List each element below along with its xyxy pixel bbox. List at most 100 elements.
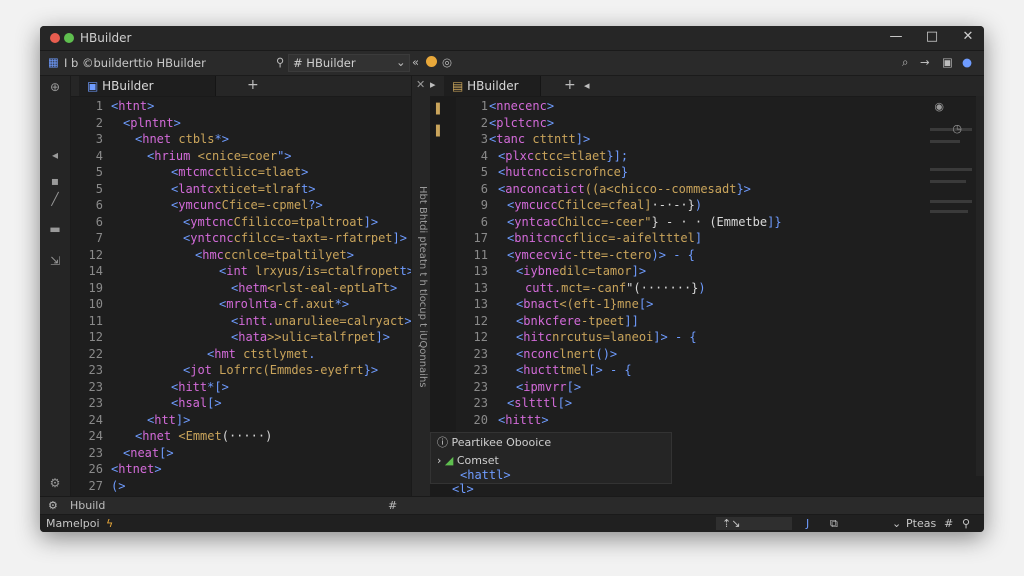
close-dot[interactable] [50, 33, 60, 43]
play-icon[interactable]: ▸ [430, 78, 436, 91]
code-line[interactable]: 11 <ymcecvic-tte=-ctero)> - { [456, 247, 956, 263]
brush-icon[interactable]: ▪ [48, 174, 62, 188]
code-line[interactable]: 12 <hitcnrcutus=laneoi]> - { [456, 329, 956, 345]
code-line[interactable]: 23 <hsal[> [71, 395, 411, 411]
hash-icon[interactable]: # [388, 499, 397, 512]
chevron-down-icon[interactable]: ⌄ [892, 517, 901, 530]
tab-icon[interactable]: ⧉ [830, 517, 838, 531]
back-icon[interactable]: « [412, 55, 419, 69]
line-number: 19 [88, 280, 103, 295]
user-icon[interactable]: ● [962, 55, 972, 69]
project-select[interactable]: # HBuilder [288, 54, 410, 72]
code-line[interactable]: 2 <plntnt> [71, 115, 411, 131]
left-editor: ▣ HBuilder + 1 <htnt> 2 <plntnt> 3 <hnet ctbl… [71, 76, 411, 496]
document-icon[interactable]: ▦ [48, 55, 59, 69]
code-line[interactable]: 23 <huctttmel[> - { [456, 362, 956, 378]
code-line[interactable]: 17 <bnitcnccflicc=-aifeltttel] [456, 230, 956, 246]
code-line[interactable]: 4 <plxcctcc=tlaet}]; [456, 148, 956, 164]
code-line[interactable]: 1 <nnecenc> [456, 98, 956, 114]
code-line[interactable]: 24 <htt]> [71, 412, 411, 428]
status-item[interactable]: Pteas [906, 517, 936, 530]
code-line[interactable]: 5 <hutcncciscrofnce} [456, 164, 956, 180]
maximize-button[interactable]: □ [924, 29, 940, 44]
code-line[interactable]: 13 <bnact<(eft-1}mne[> [456, 296, 956, 312]
code-text: <nconclnert()> [516, 346, 618, 361]
code-line[interactable]: 6 <anconcatict((a<chicco--commesadt}> [456, 181, 956, 197]
minimap[interactable] [930, 128, 972, 218]
close-icon[interactable]: ✕ [416, 78, 425, 91]
code-line[interactable]: 10 <mrolnta-cf.axut*> [71, 296, 411, 312]
orange-circle-icon[interactable] [426, 56, 437, 67]
code-line[interactable]: 2 <plctcnc> [456, 115, 956, 131]
toolbar: ▦ I b ©builderttio HBuilder ⚲ # HBuilder… [40, 51, 984, 76]
code-line[interactable]: 1 <htnt> [71, 98, 411, 114]
code-line[interactable]: 24 <hnet <Emmet(·····) [71, 428, 411, 444]
code-line[interactable]: 23 <hitt*[> [71, 379, 411, 395]
code-line[interactable]: 23 <ipmvrr[> [456, 379, 956, 395]
clock-icon[interactable]: ◷ [952, 122, 962, 135]
code-line[interactable]: 3 <hnet ctbls*> [71, 131, 411, 147]
line-number: 10 [88, 297, 103, 311]
code-line[interactable]: 12 <bnkcfere-tpeet]] [456, 313, 956, 329]
search-icon[interactable]: ⌕ [902, 55, 908, 70]
code-line[interactable]: 26 <htnet> [71, 461, 411, 477]
right-editor: ▸ ▤ HBuilder + ◂ ▌ ▌ 1 <nnecenc> 2 <plctcnc… [430, 76, 984, 496]
code-line[interactable]: 11 <intt.unaruliee=calryact> [71, 313, 411, 329]
code-line[interactable]: 23 <neat[> [71, 445, 411, 461]
line-number: 12 [88, 330, 103, 344]
forward-icon[interactable]: → [920, 55, 930, 69]
code-line[interactable]: 23 <nconclnert()> [456, 346, 956, 362]
pin-icon[interactable]: ⚲ [276, 55, 284, 69]
save-icon[interactable]: ▣ [942, 55, 953, 69]
code-line[interactable]: 6 <ymtcncCfilicco=tpaltroat]> [71, 214, 411, 230]
left-tab[interactable]: ▣ HBuilder [79, 76, 216, 96]
popup-item[interactable]: › ◢ Comset [437, 453, 499, 469]
code-line[interactable]: 9 <ymcuccCfilce=cfeal]·-·-·}) [456, 197, 956, 213]
pane-splitter[interactable]: ✕ Hbt Bhtdi pteatn t h tlocup t iUQonnai… [411, 76, 431, 496]
more-icon[interactable]: ◂ [584, 79, 590, 92]
right-tab[interactable]: ▤ HBuilder [444, 76, 541, 96]
arrow-icon[interactable]: ◂ [48, 148, 62, 162]
gear-icon[interactable]: ⚙ [48, 476, 62, 490]
eye-icon[interactable]: ◉ [934, 100, 944, 113]
line-number: 13 [473, 280, 488, 295]
code-line[interactable]: 27 (> [71, 478, 411, 494]
code-line[interactable]: 23 <jot Lofrrc(Emmdes-eyefrt}> [71, 362, 411, 378]
bell-icon[interactable]: ⚲ [962, 517, 970, 530]
add-tab-button[interactable]: + [247, 77, 259, 93]
pen-icon[interactable]: ╱ [48, 192, 62, 206]
code-line[interactable]: 13 cutt.mct=-canf"(·······}) [456, 280, 956, 296]
grid-icon[interactable]: # [944, 517, 953, 530]
code-line[interactable]: 6 <yntcacChilcc=-ceer"} - · · (Emmetbe]} [456, 214, 956, 230]
code-line[interactable]: 3 <tanc cttntt]> [456, 131, 956, 147]
export-icon[interactable]: ⇲ [48, 254, 62, 268]
gear-icon[interactable]: ⚙ [48, 499, 58, 512]
minimize-button[interactable]: — [888, 29, 904, 44]
add-tab-button[interactable]: + [564, 77, 576, 93]
target-icon[interactable]: ⊕ [48, 80, 62, 94]
globe-icon[interactable]: ◎ [442, 55, 452, 69]
code-text: <hata>>ulic=talfrpet]> [231, 330, 390, 344]
code-line[interactable]: 20 <hittt> [456, 412, 956, 428]
code-line[interactable]: 12 <hata>>ulic=talfrpet]> [71, 329, 411, 345]
code-line[interactable]: 14 <int lrxyus/is=ctalfropett> [71, 263, 411, 279]
code-line[interactable]: 5 <mtcmcctlicc=tlaet> [71, 164, 411, 180]
line-number: 27 [88, 478, 103, 493]
lang-icon[interactable]: J [806, 517, 809, 530]
code-line[interactable]: 5 <lantcxticet=tlraft> [71, 181, 411, 197]
code-line[interactable]: 7 <yntcnccfilcc=-taxt=-rfatrpet]> [71, 230, 411, 246]
maximize-dot[interactable] [64, 33, 74, 43]
close-button[interactable]: ✕ [960, 29, 976, 44]
code-line[interactable]: 6 <ymcuncCfice=-cpmel?> [71, 197, 411, 213]
vertical-scrollbar[interactable] [976, 96, 984, 476]
code-line[interactable]: 12 <hmcccnlce=tpaltilyet> [71, 247, 411, 263]
code-line[interactable]: 19 <hetm<rlst-eal-eptLaTt> [71, 280, 411, 296]
cursor-position-icon[interactable]: ⇡↘ [716, 517, 792, 530]
stamp-icon[interactable]: ▬ [48, 222, 62, 236]
chevron-down-icon[interactable]: ⌄ [396, 55, 406, 69]
code-line[interactable]: 22 <hmt ctstlymet. [71, 346, 411, 362]
code-line[interactable]: 4 <hrium <cnice=coer"> [71, 148, 411, 164]
code-text: <hmt ctstlymet. [207, 346, 316, 361]
code-line[interactable]: 23 <sltttl[> [456, 395, 956, 411]
code-line[interactable]: 13 <iybnedilc=tamor]> [456, 263, 956, 279]
